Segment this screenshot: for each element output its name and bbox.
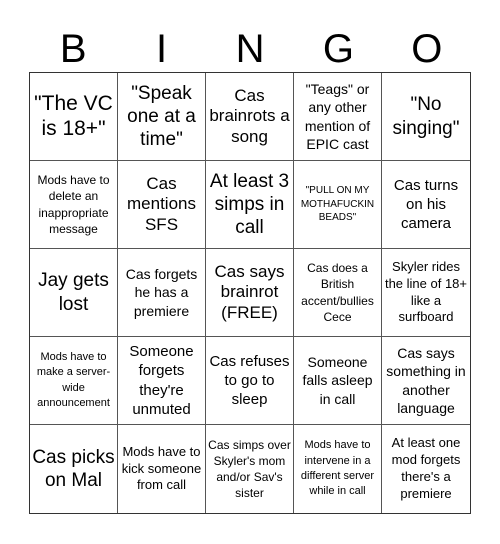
bingo-cell[interactable]: Cas does a British accent/bullies Cece (294, 249, 382, 337)
bingo-cell[interactable]: "Teags" or any other mention of EPIC cas… (294, 73, 382, 161)
bingo-cell[interactable]: Cas says something in another language (382, 337, 470, 425)
bingo-cell[interactable]: Cas simps over Skyler's mom and/or Sav's… (206, 425, 294, 513)
bingo-cell[interactable]: Cas brainrots a song (206, 73, 294, 161)
bingo-cell[interactable]: "The VC is 18+" (30, 73, 118, 161)
bingo-grid: "The VC is 18+" "Speak one at a time" Ca… (29, 72, 471, 514)
bingo-cell free-space[interactable]: Cas says brainrot (FREE) (206, 249, 294, 337)
bingo-cell[interactable]: "Speak one at a time" (118, 73, 206, 161)
bingo-cell[interactable]: Mods have to kick someone from call (118, 425, 206, 513)
bingo-cell[interactable]: At least one mod forgets there's a premi… (382, 425, 470, 513)
bingo-cell[interactable]: At least 3 simps in call (206, 161, 294, 249)
bingo-cell[interactable]: Cas forgets he has a premiere (118, 249, 206, 337)
header-letter-b: B (59, 27, 87, 71)
header-letter-n: N (235, 27, 265, 71)
bingo-cell[interactable]: Jay gets lost (30, 249, 118, 337)
header-letter-i: I (156, 27, 168, 71)
bingo-cell[interactable]: Cas picks on Mal (30, 425, 118, 513)
bingo-cell[interactable]: Someone forgets they're unmuted (118, 337, 206, 425)
bingo-cell[interactable]: Mods have to intervene in a different se… (294, 425, 382, 513)
header-letter-g: G (322, 27, 354, 71)
bingo-header: B I N G O (29, 28, 471, 70)
bingo-cell[interactable]: Mods have to make a server-wide announce… (30, 337, 118, 425)
bingo-cell[interactable]: "No singing" (382, 73, 470, 161)
bingo-cell[interactable]: Cas refuses to go to sleep (206, 337, 294, 425)
bingo-cell[interactable]: Cas mentions SFS (118, 161, 206, 249)
bingo-cell[interactable]: Cas turns on his camera (382, 161, 470, 249)
bingo-cell[interactable]: Mods have to delete an inappropriate mes… (30, 161, 118, 249)
bingo-cell[interactable]: Skyler rides the line of 18+ like a surf… (382, 249, 470, 337)
header-letter-o: O (411, 27, 443, 71)
bingo-cell[interactable]: Someone falls asleep in call (294, 337, 382, 425)
bingo-cell[interactable]: "PULL ON MY MOTHAFUCKIN BEADS" (294, 161, 382, 249)
